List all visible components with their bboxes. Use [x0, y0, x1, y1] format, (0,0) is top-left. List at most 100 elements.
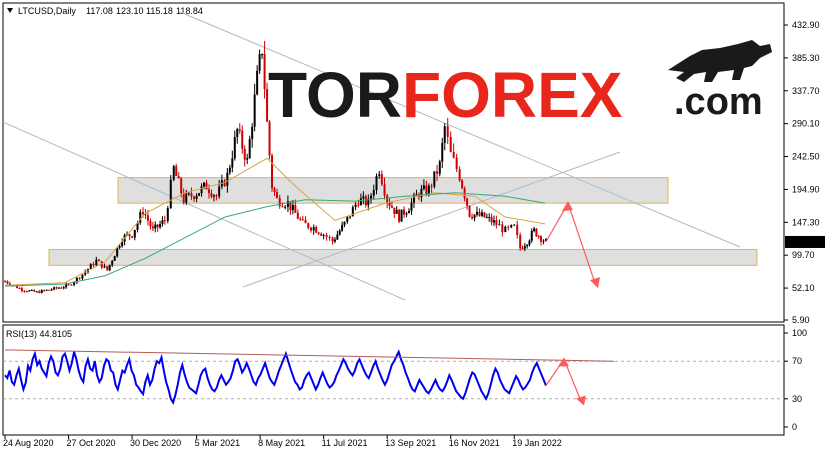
chart-ohlc-open: 117.08	[86, 6, 113, 16]
candle-body	[261, 54, 264, 56]
candle-body	[193, 196, 196, 200]
candle-body	[198, 193, 201, 196]
candle-body	[92, 263, 95, 266]
candle-body	[301, 219, 304, 221]
x-tick-label: 11 Jul 2021	[322, 438, 368, 448]
candle-body	[535, 228, 538, 237]
candle-body	[498, 224, 501, 226]
candle-body	[28, 290, 31, 292]
candle-body	[393, 207, 396, 214]
candle-body	[48, 289, 51, 291]
candle-body	[238, 129, 241, 131]
price-panel-frame	[2, 2, 785, 323]
candle-body	[504, 226, 507, 232]
rsi-y-tick-label: 30	[792, 394, 802, 404]
x-tick-label: 5 Mar 2021	[195, 438, 241, 448]
candle-body	[281, 206, 284, 208]
x-tick-label: 24 Aug 2020	[3, 438, 54, 448]
candle-body	[286, 201, 289, 207]
candle-body	[501, 224, 504, 232]
candle-body	[128, 234, 131, 237]
candle-body	[461, 180, 464, 189]
candle-body	[471, 216, 474, 219]
y-tick-label: 147.30	[792, 217, 820, 227]
candle-body	[207, 189, 210, 194]
logo-dotcom: .com	[674, 81, 763, 123]
candle-body	[4, 281, 6, 283]
candle-body	[320, 233, 323, 236]
candle-body	[18, 288, 21, 290]
candle-body	[103, 266, 106, 268]
candle-body	[200, 186, 203, 194]
candle-body	[177, 176, 180, 179]
candle-body	[98, 259, 101, 262]
candle-body	[528, 240, 531, 245]
candle-body	[400, 209, 403, 222]
candle-body	[210, 193, 213, 197]
x-tick-label: 13 Sep 2021	[385, 438, 436, 448]
candle-body	[354, 204, 357, 208]
candle-body	[542, 240, 545, 242]
candle-body	[343, 221, 346, 225]
candle-body	[490, 217, 493, 223]
candle-body	[427, 185, 430, 195]
candle-body	[228, 167, 231, 173]
candle-body	[45, 289, 48, 291]
candle-body	[537, 236, 540, 238]
candle-body	[62, 287, 65, 289]
x-tick-label: 8 May 2021	[258, 438, 305, 448]
candle-body	[495, 220, 498, 225]
candle-body	[410, 202, 413, 211]
candle-body	[378, 174, 381, 177]
candle-body	[251, 126, 254, 140]
candle-body	[312, 227, 315, 231]
candle-body	[458, 169, 461, 181]
candle-body	[133, 229, 136, 238]
candle-body	[533, 228, 536, 232]
candle-body	[436, 171, 439, 174]
candle-body	[180, 178, 183, 194]
candle-body	[386, 195, 389, 203]
candle-body	[322, 234, 325, 236]
candle-body	[476, 211, 479, 215]
x-tick-label: 19 Jan 2022	[512, 438, 562, 448]
candle-body	[151, 226, 154, 229]
candle-body	[291, 205, 294, 211]
candle-body	[163, 220, 166, 222]
candle-body	[307, 223, 310, 228]
y-tick-label: 432.90	[792, 20, 820, 30]
support-zone	[48, 248, 758, 266]
logo-forex: FOREX	[402, 59, 623, 131]
candle-body	[185, 193, 188, 203]
candle-body	[233, 137, 236, 159]
candle-body	[405, 213, 408, 215]
candle-body	[116, 247, 119, 257]
candle-body	[113, 256, 116, 261]
candle-body	[480, 212, 483, 216]
candle-body	[523, 246, 526, 249]
candle-body	[149, 220, 152, 227]
candle-body	[395, 209, 398, 214]
candle-body	[195, 195, 198, 200]
candle-body	[70, 284, 73, 286]
candle-body	[375, 176, 378, 191]
candle-body	[81, 274, 84, 279]
candle-body	[284, 206, 287, 208]
candle-body	[118, 245, 121, 248]
candle-body	[519, 235, 522, 249]
candle-body	[483, 212, 486, 218]
candle-body	[328, 236, 331, 238]
chart-symbol-label: LTCUSD,Daily	[18, 6, 76, 16]
candle-body	[236, 129, 239, 138]
candle-body	[172, 166, 175, 180]
candle-body	[403, 209, 406, 215]
y-tick-label: 290.10	[792, 119, 820, 129]
candle-body	[30, 289, 33, 291]
logo-tor: TOR	[268, 59, 402, 131]
candle-body	[380, 174, 383, 185]
y-tick-label: 5.90	[792, 315, 810, 325]
y-tick-label: 337.70	[792, 86, 820, 96]
candle-body	[422, 185, 425, 189]
candle-body	[166, 208, 169, 221]
candle-body	[275, 191, 278, 198]
